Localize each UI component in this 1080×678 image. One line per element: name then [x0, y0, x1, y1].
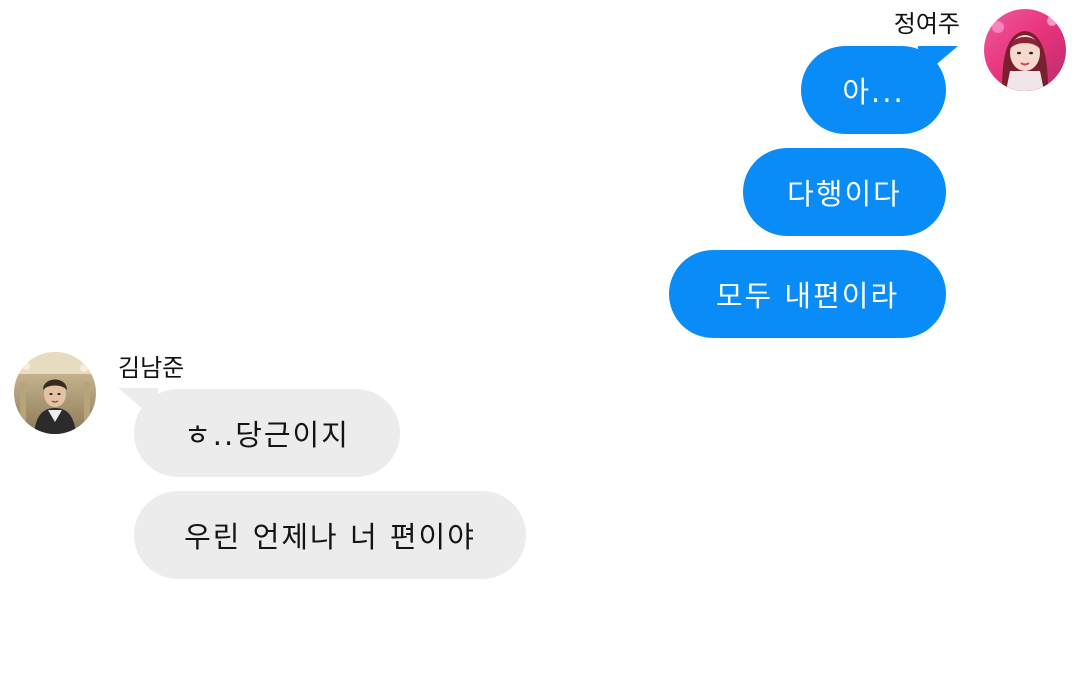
sender-name-right: 정여주 — [893, 10, 960, 38]
message-bubble-outgoing[interactable]: 모두 내편이라 — [669, 250, 946, 338]
avatar-photo-icon — [984, 9, 1066, 91]
message-text: 우린 언제나 너 편이야 — [184, 520, 476, 554]
message-text: 아... — [842, 75, 905, 109]
avatar-photo-icon — [14, 352, 96, 434]
sender-name-left: 김남준 — [118, 354, 185, 382]
message-bubble-outgoing[interactable]: 아... — [801, 46, 946, 134]
message-text: ㅎ..당근이지 — [184, 418, 350, 452]
message-text: 모두 내편이라 — [715, 279, 900, 313]
avatar-left[interactable] — [14, 352, 96, 434]
message-bubble-incoming[interactable]: 우린 언제나 너 편이야 — [134, 491, 526, 579]
message-bubble-incoming[interactable]: ㅎ..당근이지 — [134, 389, 400, 477]
avatar-right[interactable] — [984, 9, 1066, 91]
message-bubble-outgoing[interactable]: 다행이다 — [743, 148, 946, 236]
message-text: 다행이다 — [787, 177, 902, 211]
